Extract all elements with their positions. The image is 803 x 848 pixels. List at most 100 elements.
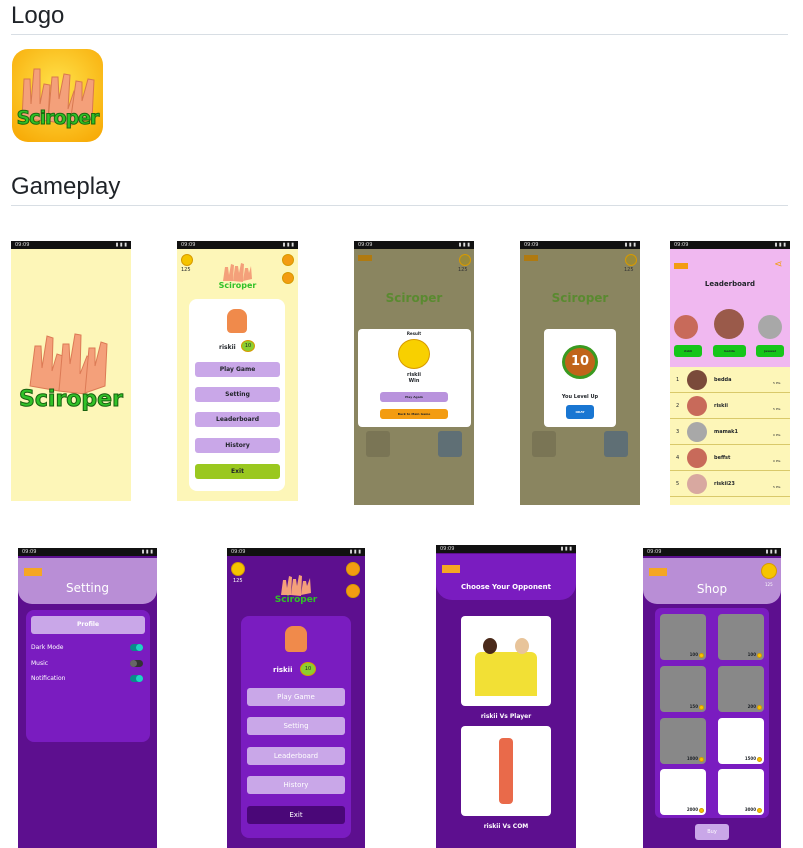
vs-com-card[interactable]	[461, 726, 551, 816]
coin-count: 125	[765, 582, 773, 587]
leaderboard-button[interactable]: Leaderboard	[247, 747, 345, 765]
list-item: 3 mamak1 0 Pts	[670, 419, 790, 445]
back-arrow-icon[interactable]	[24, 568, 42, 576]
screenshot-result: 09:09 ▮ ▮ ▮ 125 Sciroper Result riskii Wi…	[354, 241, 474, 505]
player-name: riskii23	[714, 481, 735, 487]
settings-icon[interactable]	[346, 562, 360, 576]
history-button[interactable]: History	[195, 438, 280, 453]
hand-icon	[29, 333, 108, 395]
music-label: Music	[31, 660, 49, 667]
status-bar: 09:09 ▮ ▮ ▮	[354, 241, 474, 249]
okay-button[interactable]: OKAY	[566, 405, 594, 419]
back-arrow-icon[interactable]	[358, 255, 372, 261]
status-time: 09:09	[524, 242, 539, 248]
profile-button[interactable]: Profile	[31, 616, 145, 634]
coin-icon	[625, 254, 637, 266]
player-hand-card	[366, 431, 390, 457]
opponent-header	[436, 554, 576, 600]
shop-item[interactable]: 150	[660, 666, 706, 712]
play-game-button[interactable]: Play Game	[247, 688, 345, 706]
hand-icon	[223, 263, 252, 282]
username: riskii	[219, 344, 236, 351]
points: 0 Pts	[773, 459, 781, 463]
settings-title: Setting	[66, 581, 109, 595]
top-player-name: jawwel	[756, 345, 784, 357]
shop-item[interactable]: 3000	[718, 769, 764, 815]
shop-item[interactable]: 200	[718, 666, 764, 712]
status-time: 09:09	[15, 242, 30, 248]
status-bar: 09:09 ▮ ▮ ▮	[520, 241, 640, 249]
app-title: Sciroper	[385, 291, 443, 305]
logo-text: Sciroper	[16, 107, 100, 130]
coin-icon	[757, 808, 762, 813]
opponent-hand-card	[604, 431, 628, 457]
avatar	[227, 309, 247, 333]
coin-icon	[757, 757, 762, 762]
back-arrow-icon[interactable]	[674, 263, 688, 269]
shop-item[interactable]: 1500	[718, 718, 764, 764]
player-name: riskii	[714, 403, 728, 409]
avatar	[687, 422, 707, 442]
screenshot-main-menu: 09:09 ▮ ▮ ▮ 125 Sciroper riskii 10 Play G…	[177, 241, 298, 501]
back-arrow-icon[interactable]	[524, 255, 538, 261]
notification-label: Notification	[31, 675, 66, 682]
leaderboard-button[interactable]: Leaderboard	[195, 412, 280, 427]
shop-item-price: 1000	[686, 756, 698, 761]
exit-button[interactable]: Exit	[195, 464, 280, 479]
status-time: 09:09	[181, 242, 196, 248]
coin-count: 125	[458, 267, 468, 273]
logo-heading: Logo	[11, 2, 65, 29]
result-win: Win	[408, 378, 420, 384]
level-badge: 10	[300, 662, 316, 676]
gameplay-heading: Gameplay	[11, 173, 121, 200]
opponent-hand-card	[438, 431, 462, 457]
notification-toggle[interactable]	[130, 675, 143, 682]
list-item: 5 riskii23 5 Pts	[670, 471, 790, 497]
points: 0 Pts	[773, 433, 781, 437]
setting-button[interactable]: Setting	[195, 387, 280, 402]
screenshot-main-menu-dark: 09:09 ▮ ▮ ▮ 125 Sciroper riskii 10 Play G…	[227, 548, 365, 848]
share-icon[interactable]: ⋖	[774, 259, 782, 270]
avatar	[687, 474, 707, 494]
buy-button[interactable]: Buy	[695, 824, 729, 840]
play-again-button[interactable]: Play Again	[380, 392, 448, 402]
exit-button[interactable]: Exit	[247, 806, 345, 824]
robot-illustration	[499, 738, 513, 804]
dark-mode-toggle[interactable]	[130, 644, 143, 651]
play-game-button[interactable]: Play Game	[195, 362, 280, 377]
shop-item-price: 2000	[686, 807, 698, 812]
splash-title: Sciroper	[19, 387, 124, 413]
setting-button[interactable]: Setting	[247, 717, 345, 735]
gameplay-divider	[11, 205, 788, 206]
player-illustration	[475, 652, 537, 696]
coin-icon	[699, 808, 704, 813]
status-time: 09:09	[358, 242, 373, 248]
back-arrow-icon[interactable]	[442, 565, 460, 573]
shop-header	[643, 558, 781, 604]
shop-item[interactable]: 100	[660, 614, 706, 660]
status-time: 09:09	[440, 546, 455, 552]
music-toggle[interactable]	[130, 660, 143, 667]
player-head	[515, 638, 529, 654]
rank: 3	[676, 429, 680, 435]
coin-count: 125	[624, 267, 634, 273]
app-title: Sciroper	[274, 595, 318, 605]
status-time: 09:09	[674, 242, 689, 248]
back-to-main-button[interactable]: Back to Main Game	[380, 409, 448, 419]
shop-item[interactable]: 2000	[660, 769, 706, 815]
settings-icon[interactable]	[282, 254, 294, 266]
history-button[interactable]: History	[247, 776, 345, 794]
screenshot-settings: 09:09 ▮ ▮ ▮ Setting Profile Dark Mode Mus…	[18, 548, 157, 848]
shop-item[interactable]: 1000	[660, 718, 706, 764]
vs-player-card[interactable]	[461, 616, 551, 706]
hand-icon	[281, 575, 311, 596]
back-arrow-icon[interactable]	[649, 568, 667, 576]
points: 5 Pts	[773, 485, 781, 489]
shop-item[interactable]: 100	[718, 614, 764, 660]
top-player-name: riskii	[674, 345, 702, 357]
screenshot-shop: 09:09 ▮ ▮ ▮ Shop 125 100 100 150 200 1000 1500…	[643, 548, 781, 848]
status-bar: 09:09 ▮ ▮ ▮	[670, 241, 790, 249]
shop-item-price: 200	[747, 704, 756, 709]
avatar	[687, 370, 707, 390]
status-bar: 09:09 ▮ ▮ ▮	[643, 548, 781, 556]
